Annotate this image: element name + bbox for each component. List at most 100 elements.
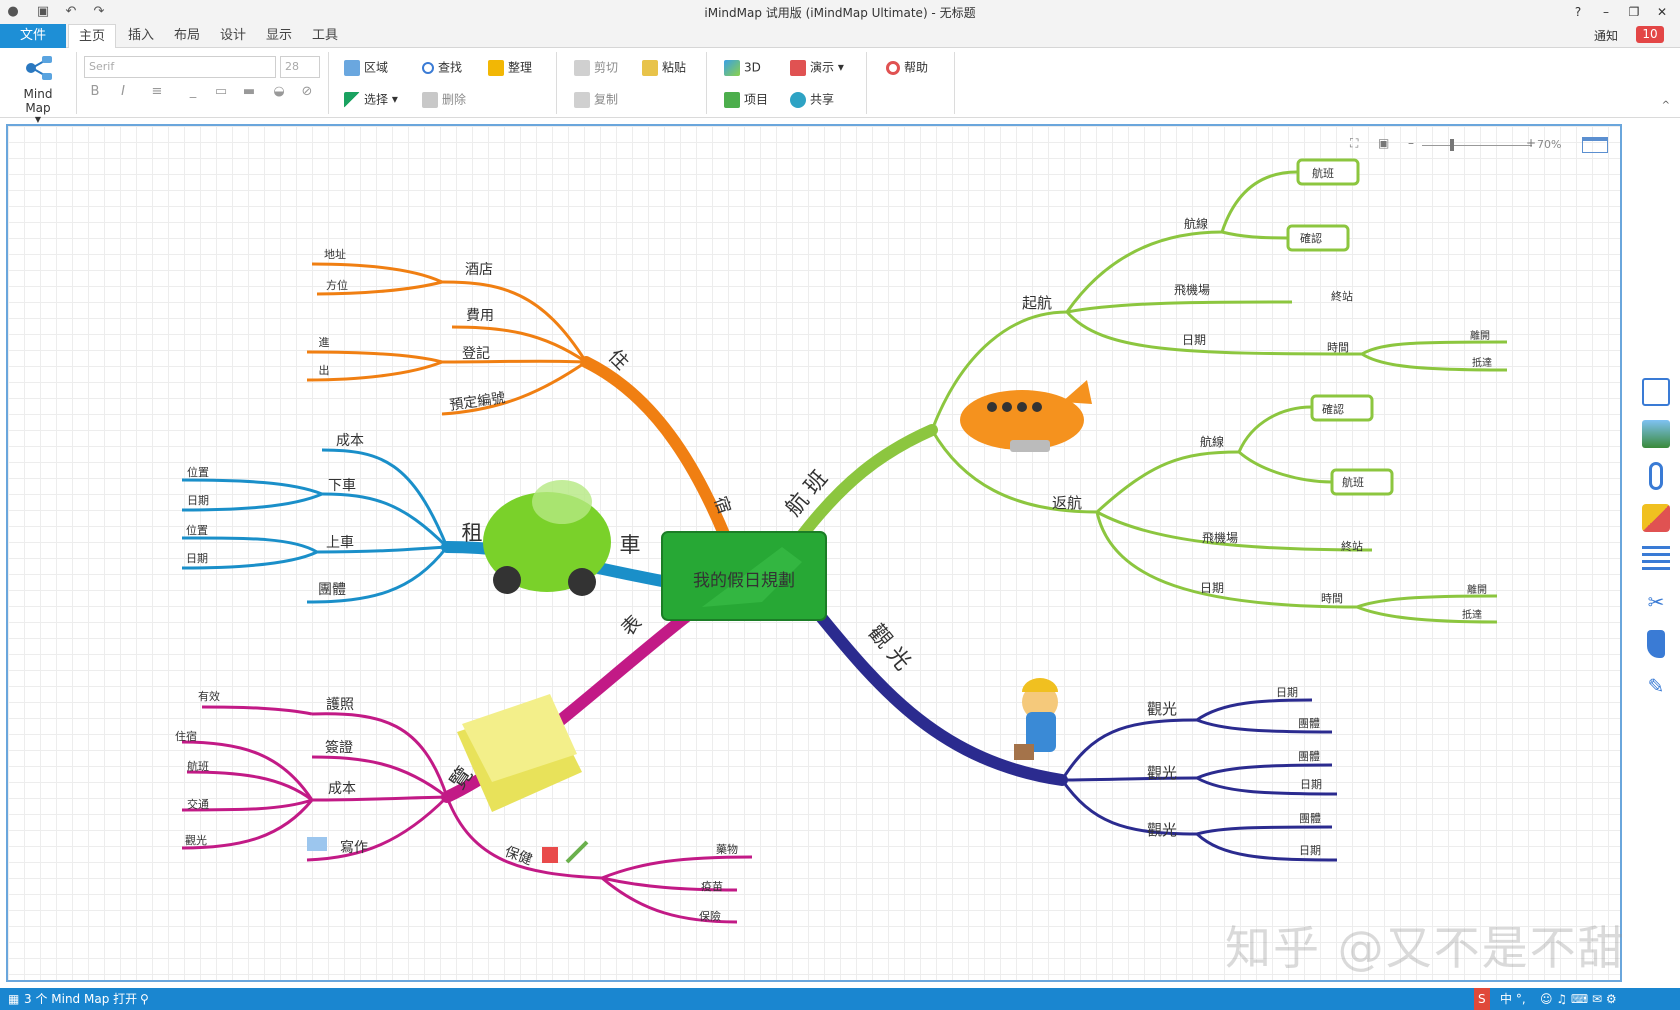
central-topic-label[interactable]: 我的假日規劃 — [693, 571, 795, 591]
tour-passport[interactable]: 護照 — [326, 697, 354, 713]
tab-view[interactable]: 显示 — [256, 24, 302, 48]
tour-cost-item[interactable]: 交通 — [187, 797, 209, 811]
shapes-icon[interactable] — [1642, 504, 1670, 532]
confirm-box-label[interactable]: 確認 — [1300, 231, 1322, 245]
present-button[interactable]: 演示 ▾ — [790, 56, 844, 78]
fit-width-icon[interactable]: ▣ — [1378, 136, 1389, 150]
help-button[interactable]: ? — [1566, 2, 1590, 22]
zoom-in-icon[interactable]: + — [1526, 136, 1536, 150]
region-button[interactable]: 区域 — [344, 56, 388, 78]
flight-outbound[interactable]: 起航 — [1022, 294, 1052, 312]
cut-copy-icon[interactable]: ✂ — [1642, 588, 1670, 616]
project-button[interactable]: 项目 — [724, 88, 768, 110]
fit-screen-icon[interactable]: ⛶ — [1350, 136, 1358, 151]
sightseeing-item[interactable]: 觀光 — [1147, 764, 1177, 782]
traveler-image[interactable] — [1014, 678, 1058, 760]
flight-return-terminal[interactable]: 終站 — [1341, 539, 1363, 553]
flight-route[interactable]: 航線 — [1184, 216, 1208, 231]
flight-depart[interactable]: 離開 — [1470, 329, 1490, 342]
mindmap-canvas[interactable]: 我的假日規劃 航 班 觀 光 租 車 租 車 宿 住 表 覽 起航 返航 航線 … — [6, 124, 1622, 982]
pin-icon[interactable]: ⚲ — [140, 988, 149, 1010]
lodging-in[interactable]: 進 — [319, 336, 330, 349]
help-ribbon-button[interactable]: 帮助 — [886, 56, 928, 78]
car-group[interactable]: 團體 — [318, 582, 346, 598]
delete-button[interactable]: 删除 — [422, 88, 466, 110]
flight-terminal[interactable]: 終站 — [1331, 289, 1353, 303]
flight-time[interactable]: 時間 — [1327, 341, 1349, 354]
zoom-slider-handle[interactable] — [1450, 139, 1454, 151]
tab-layout[interactable]: 布局 — [164, 24, 210, 48]
notify-badge[interactable]: 10 — [1636, 26, 1664, 43]
confirm-box-label-2[interactable]: 確認 — [1322, 402, 1344, 416]
sightseeing-subitem[interactable]: 團體 — [1298, 717, 1320, 730]
ime-lang-indicator[interactable]: 中 °, — [1500, 988, 1526, 1010]
restore-button[interactable]: ❐ — [1622, 2, 1646, 22]
share-button[interactable]: 共享 — [790, 88, 834, 110]
italic-icon[interactable]: I — [114, 84, 132, 102]
font-name-select[interactable]: Serif — [84, 56, 276, 78]
airplane-image[interactable] — [960, 380, 1092, 452]
flight-return-time[interactable]: 時間 — [1321, 592, 1343, 605]
attachment-icon[interactable] — [1649, 462, 1663, 490]
line-icon[interactable]: ▬ — [240, 84, 258, 102]
flight-box-label[interactable]: 航班 — [1312, 166, 1334, 180]
lodging-address[interactable]: 地址 — [324, 247, 346, 261]
car-date[interactable]: 日期 — [186, 552, 208, 565]
mindmap-svg[interactable]: 我的假日規劃 航 班 觀 光 租 車 租 車 宿 住 表 覽 起航 返航 航線 … — [8, 126, 1622, 982]
sightseeing-item[interactable]: 觀光 — [1147, 700, 1177, 718]
tour-writing[interactable]: 寫作 — [340, 839, 368, 856]
tab-home[interactable]: 主页 — [68, 24, 116, 49]
tour-cost-item[interactable]: 住宿 — [175, 729, 197, 743]
sightseeing-subitem[interactable]: 日期 — [1299, 844, 1321, 857]
car-cost[interactable]: 成本 — [336, 433, 364, 449]
sightseeing-subitem[interactable]: 團體 — [1299, 812, 1321, 825]
car-pickup[interactable]: 上車 — [326, 534, 354, 551]
image-icon[interactable] — [1642, 420, 1670, 448]
sightseeing-item[interactable]: 觀光 — [1147, 821, 1177, 839]
car-dropoff[interactable]: 下車 — [328, 477, 356, 494]
flight-return-date[interactable]: 日期 — [1200, 581, 1224, 595]
ime-icon[interactable]: S — [1474, 988, 1490, 1010]
lodging-out[interactable]: 出 — [319, 363, 330, 377]
minimize-button[interactable]: – — [1594, 2, 1618, 22]
fill-icon[interactable]: ◒ — [270, 84, 288, 102]
align-icon[interactable]: ≡ — [148, 84, 166, 102]
panel-toggle-icon[interactable] — [1582, 137, 1608, 153]
tour-valid[interactable]: 有效 — [198, 689, 220, 703]
tour-health-item[interactable]: 疫苗 — [701, 879, 723, 893]
clear-format-icon[interactable]: ⊘ — [298, 84, 316, 102]
sightseeing-subitem[interactable]: 日期 — [1276, 686, 1298, 699]
paste-button[interactable]: 粘贴 — [642, 56, 686, 78]
tag-icon[interactable] — [1647, 630, 1665, 658]
flight-date[interactable]: 日期 — [1182, 333, 1206, 347]
tour-visa[interactable]: 簽證 — [325, 739, 353, 756]
font-size-select[interactable]: 28 — [280, 56, 320, 78]
sightseeing-subitem[interactable]: 日期 — [1300, 778, 1322, 791]
outline-icon[interactable] — [1642, 546, 1670, 574]
zoom-out-icon[interactable]: – — [1408, 136, 1414, 150]
tour-health-item[interactable]: 藥物 — [716, 842, 738, 856]
car-location[interactable]: 位置 — [187, 465, 209, 479]
flight-return[interactable]: 返航 — [1052, 494, 1082, 512]
close-button[interactable]: ✕ — [1650, 2, 1674, 22]
notify-label[interactable]: 通知 — [1594, 27, 1618, 44]
select-button[interactable]: 选择 ▾ — [344, 88, 398, 110]
flight-return-route[interactable]: 航線 — [1200, 434, 1224, 449]
green-car-image[interactable] — [483, 480, 611, 596]
collapse-ribbon-icon[interactable]: ^ — [1662, 100, 1670, 111]
3d-button[interactable]: 3D — [724, 56, 761, 78]
tour-cost[interactable]: 成本 — [328, 781, 356, 797]
car-location[interactable]: 位置 — [186, 523, 208, 537]
flight-return-depart[interactable]: 離開 — [1467, 583, 1487, 596]
arrange-button[interactable]: 整理 — [488, 56, 532, 78]
flight-arrive[interactable]: 抵達 — [1472, 356, 1492, 369]
sightseeing-subitem[interactable]: 團體 — [1298, 750, 1320, 763]
brush-icon[interactable]: ✎ — [1642, 672, 1670, 700]
lodging-checkin[interactable]: 登記 — [462, 345, 490, 362]
tour-cost-item[interactable]: 觀光 — [185, 833, 207, 847]
flight-return-arrive[interactable]: 抵達 — [1462, 608, 1482, 621]
open-maps-count[interactable]: 3 个 Mind Map 打开 — [24, 988, 137, 1010]
lodging-hotel[interactable]: 酒店 — [465, 262, 493, 278]
tab-file[interactable]: 文件 — [0, 24, 66, 48]
tab-insert[interactable]: 插入 — [118, 24, 164, 48]
